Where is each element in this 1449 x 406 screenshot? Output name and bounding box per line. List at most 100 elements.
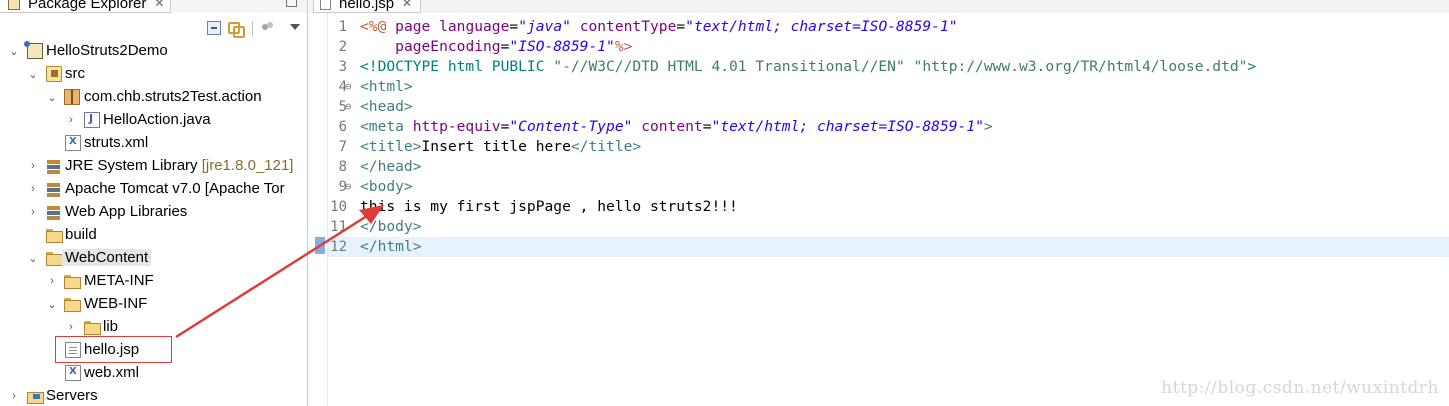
tree-item-src[interactable]: ⌄ src	[0, 62, 307, 85]
tree-item-label: Web App Libraries	[65, 203, 188, 220]
package-explorer-tab-title: Package Explorer	[28, 0, 147, 12]
tree-item-label: META-INF	[84, 272, 154, 289]
code-line[interactable]: <body>	[360, 177, 413, 197]
code-token: pageEncoding	[395, 38, 501, 55]
chevron-down-icon[interactable]: ⌄	[46, 298, 58, 311]
code-token: </html>	[360, 238, 422, 255]
watermark: http://blog.csdn.net/wuxintdrh	[1161, 378, 1439, 398]
close-icon[interactable]: ✕	[154, 0, 164, 10]
chevron-right-icon[interactable]: ›	[27, 160, 39, 172]
view-menu-chevron-down-icon[interactable]	[290, 24, 300, 30]
code-token: <!DOCTYPE html PUBLIC	[360, 58, 554, 75]
tree-item-web-xml[interactable]: web.xml	[0, 361, 307, 384]
tree-item-tomcat-library[interactable]: › Apache Tomcat v7.0 [Apache Tor	[0, 177, 307, 200]
tree-item-jre-library[interactable]: › JRE System Library [jre1.8.0_121]	[0, 154, 307, 177]
current-line-highlight	[328, 237, 1449, 257]
tree-item-helloaction[interactable]: › HelloAction.java	[0, 108, 307, 131]
explorer-toolbar	[0, 13, 307, 39]
tree-item-webcontent[interactable]: ⌄ WebContent	[0, 246, 307, 269]
occurrence-marker	[315, 237, 325, 254]
fold-toggle-icon[interactable]: ⊖	[345, 97, 355, 117]
tree-item-decoration: [jre1.8.0_121]	[201, 157, 294, 174]
code-token: Insert title here	[421, 138, 571, 155]
close-icon[interactable]: ✕	[402, 0, 412, 10]
code-token: <body>	[360, 178, 413, 195]
code-line[interactable]: <title>Insert title here</title>	[360, 137, 641, 157]
filter-icon[interactable]	[261, 21, 275, 35]
code-line[interactable]: </body>	[360, 217, 422, 237]
code-line[interactable]: this is my first jspPage , hello struts2…	[360, 197, 738, 217]
code-token: <title>	[360, 138, 422, 155]
library-icon	[46, 181, 62, 197]
code-line[interactable]: <meta http-equiv="Content-Type" content=…	[360, 117, 993, 137]
tree-item-label: lib	[103, 318, 119, 335]
code-token: =	[509, 18, 519, 35]
tree-item-webapp-libraries[interactable]: › Web App Libraries	[0, 200, 307, 223]
tree-item-label: com.chb.struts2Test.action	[84, 88, 262, 105]
code-token: "ISO-8859-1"	[509, 38, 615, 55]
source-folder-icon	[46, 66, 62, 82]
code-line[interactable]: <!DOCTYPE html PUBLIC "-//W3C//DTD HTML …	[360, 57, 1256, 77]
explorer-tab-bar: Package Explorer ✕	[0, 0, 307, 13]
tree-item-lib[interactable]: › lib	[0, 315, 307, 338]
editor-tab-hello-jsp[interactable]: hello.jsp ✕	[313, 0, 422, 13]
tree-item-label: build	[65, 226, 97, 243]
code-line[interactable]: pageEncoding="ISO-8859-1"%>	[360, 37, 632, 57]
line-number: 11	[330, 219, 347, 235]
line-number: 1	[338, 19, 347, 35]
code-token: <html>	[360, 78, 413, 95]
tree-item-struts-xml[interactable]: struts.xml	[0, 131, 307, 154]
collapse-all-icon[interactable]	[207, 21, 221, 35]
code-token: this is my first jspPage , hello struts2…	[360, 198, 738, 215]
link-with-editor-icon[interactable]	[228, 21, 245, 38]
code-token: <%@	[360, 18, 396, 35]
annotation-ruler[interactable]	[309, 13, 328, 406]
toolbar-separator	[252, 21, 253, 37]
code-line[interactable]: </head>	[360, 157, 422, 177]
tree-item-name: JRE System Library	[65, 157, 198, 174]
package-explorer-icon	[8, 0, 20, 10]
project-icon	[24, 41, 43, 59]
package-explorer-tab[interactable]: Package Explorer ✕	[0, 0, 172, 13]
code-token: </title>	[570, 138, 642, 155]
chevron-down-icon[interactable]: ⌄	[46, 91, 58, 104]
tree-item-meta-inf[interactable]: › META-INF	[0, 269, 307, 292]
tree-item-label: HelloStruts2Demo	[46, 42, 168, 59]
chevron-right-icon[interactable]: ›	[65, 114, 77, 126]
fold-toggle-icon[interactable]: ⊖	[345, 177, 355, 197]
package-explorer-view: Package Explorer ✕ ⌄ HelloStruts2Demo ⌄ …	[0, 0, 308, 406]
chevron-right-icon[interactable]: ›	[46, 275, 58, 287]
tree-item-project[interactable]: ⌄ HelloStruts2Demo	[0, 39, 307, 62]
code-token: "-//W3C//DTD HTML 4.01 Transitional//EN"	[553, 58, 905, 75]
code-token: =	[702, 118, 712, 135]
code-line[interactable]: </html>	[360, 237, 422, 257]
chevron-right-icon[interactable]: ›	[27, 206, 39, 218]
chevron-right-icon[interactable]: ›	[65, 321, 77, 333]
code-token: >	[1247, 58, 1257, 75]
minimize-view-icon[interactable]	[286, 0, 297, 7]
editor-tab-bar: hello.jsp ✕	[309, 0, 1449, 13]
code-token: "text/html; charset=ISO-8859-1"	[685, 18, 958, 35]
tree-item-servers[interactable]: › Servers	[0, 384, 307, 406]
servers-folder-icon	[27, 388, 44, 404]
code-line[interactable]: <%@ page language="java" contentType="te…	[360, 17, 958, 37]
folder-icon	[64, 273, 81, 289]
chevron-right-icon[interactable]: ›	[8, 390, 20, 402]
code-line[interactable]: <head>	[360, 97, 413, 117]
fold-toggle-icon[interactable]: ⊖	[345, 77, 355, 97]
editor-tab-title: hello.jsp	[339, 0, 395, 12]
tree-item-label: src	[65, 65, 85, 82]
tree-item-package[interactable]: ⌄ com.chb.struts2Test.action	[0, 85, 307, 108]
tree-item-build[interactable]: build	[0, 223, 307, 246]
code-token: language	[439, 18, 510, 35]
tree-item-web-inf[interactable]: ⌄ WEB-INF	[0, 292, 307, 315]
chevron-right-icon[interactable]: ›	[27, 183, 39, 195]
chevron-down-icon[interactable]: ⌄	[8, 45, 20, 58]
chevron-down-icon[interactable]: ⌄	[27, 68, 39, 81]
chevron-down-icon[interactable]: ⌄	[27, 252, 39, 265]
code-line[interactable]: <html>	[360, 77, 413, 97]
code-token: "java"	[518, 18, 571, 35]
